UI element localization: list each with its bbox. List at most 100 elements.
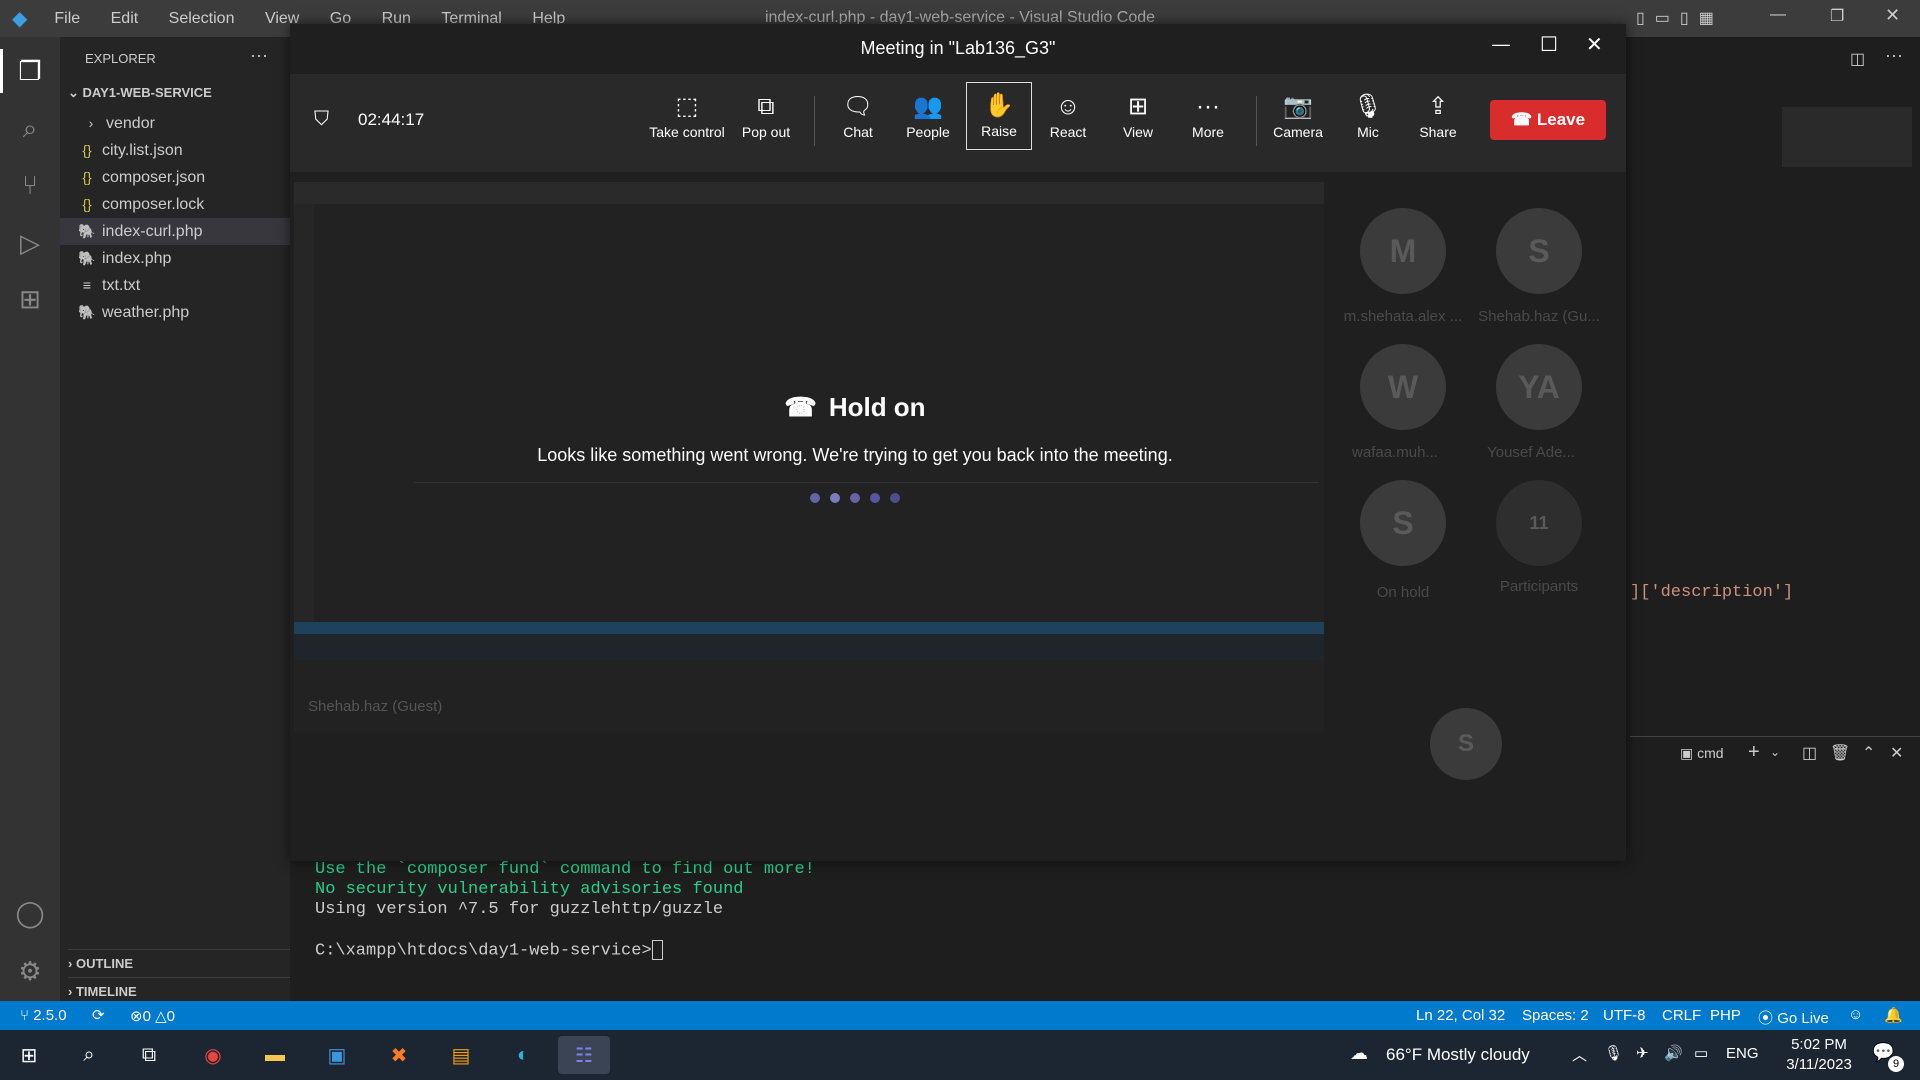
vscode-logo-icon: ◆ — [12, 8, 28, 30]
clock-date[interactable]: 3/11/2023 — [1774, 1056, 1864, 1073]
branch-indicator[interactable]: ⑂ 2.5.0 — [20, 1007, 67, 1024]
sublime-app-icon[interactable]: ▤ — [440, 1036, 482, 1074]
language-mode[interactable]: PHP — [1710, 1007, 1741, 1024]
menu-file[interactable]: File — [54, 10, 80, 27]
more-button[interactable]: ··· More — [1176, 90, 1240, 150]
terminal-output[interactable]: Use the `composer fund` command to find … — [290, 860, 1920, 1000]
xampp-icon[interactable]: ✖ — [378, 1036, 420, 1074]
participant-status: On hold — [1376, 584, 1430, 601]
close-icon[interactable]: ✕ — [1586, 32, 1603, 57]
run-debug-icon[interactable]: ▷ — [12, 225, 48, 261]
extensions-icon[interactable]: ⊞ — [12, 281, 48, 317]
minimize-icon[interactable]: — — [1492, 34, 1510, 55]
trash-icon[interactable]: 🗑 — [1830, 743, 1850, 763]
view-button[interactable]: ⊞ View — [1106, 90, 1170, 150]
more-actions-icon[interactable]: ··· — [1885, 45, 1903, 66]
new-terminal-icon[interactable]: + — [1748, 741, 1760, 764]
account-icon[interactable]: ◯ — [12, 895, 48, 931]
search-icon[interactable]: ⌕ — [12, 111, 48, 147]
tree-item-city-list[interactable]: {} city.list.json — [60, 137, 308, 164]
restore-icon[interactable]: ❐ — [1830, 6, 1844, 26]
windows-start-icon[interactable]: ⊞ — [8, 1036, 50, 1074]
file-explorer-icon[interactable]: ▬ — [254, 1036, 296, 1074]
task-view-icon[interactable]: ⧉ — [128, 1036, 170, 1074]
people-button[interactable]: 👥 People — [896, 90, 960, 150]
participant-avatar[interactable]: W — [1360, 344, 1446, 430]
tree-item-vendor[interactable]: › vendor — [60, 110, 312, 137]
tray-chevron-icon[interactable]: ︿ — [1572, 1044, 1587, 1065]
volume-icon[interactable]: 🔊 — [1664, 1044, 1683, 1062]
folder-root[interactable]: ⌄ DAY1-WEB-SERVICE — [68, 85, 212, 101]
more-actions-icon[interactable]: ··· — [250, 45, 268, 66]
participant-avatar[interactable]: S — [1360, 480, 1446, 566]
windows-taskbar: ⊞ ⌕ ⧉ ◉ ▬ ▣ ✖ ▤ ◐ ☷ ☁ 66°F Mostly cloudy… — [0, 1030, 1920, 1080]
participant-avatar[interactable]: M — [1360, 208, 1446, 294]
line-endings[interactable]: CRLF — [1662, 1007, 1701, 1024]
share-button[interactable]: ⇪ Share — [1406, 90, 1470, 150]
pop-out-icon: ⧉ — [757, 93, 775, 120]
indentation[interactable]: Spaces: 2 — [1522, 1007, 1589, 1024]
participant-avatar[interactable]: YA — [1496, 344, 1582, 430]
terminal-prompt[interactable]: C:\xampp\htdocs\day1-web-service> — [315, 940, 663, 960]
sync-icon[interactable]: ⟳ — [92, 1006, 105, 1024]
toolbar-divider — [1256, 96, 1257, 146]
self-avatar[interactable]: S — [1430, 708, 1502, 780]
weather-text[interactable]: 66°F Mostly cloudy — [1386, 1045, 1530, 1065]
maximize-icon[interactable]: ☐ — [1540, 32, 1558, 57]
airplane-icon[interactable]: ✈ — [1636, 1044, 1649, 1062]
shared-screen-taskbar — [294, 634, 1324, 660]
close-icon[interactable]: ✕ — [1885, 5, 1900, 26]
chevron-down-icon[interactable]: ⌄ — [1770, 745, 1780, 759]
edge-icon[interactable]: ◐ — [502, 1036, 544, 1074]
problems-indicator[interactable]: ⊗0 △0 — [130, 1007, 175, 1025]
split-editor-icon[interactable]: ◫ — [1850, 49, 1865, 69]
close-panel-icon[interactable]: ✕ — [1890, 743, 1903, 763]
participant-avatar[interactable]: S — [1496, 208, 1582, 294]
clock-time[interactable]: 5:02 PM — [1784, 1036, 1854, 1053]
tree-item-index-curl[interactable]: 🐘 index-curl.php — [60, 218, 308, 245]
settings-gear-icon[interactable]: ⚙ — [12, 953, 48, 989]
tree-item-index[interactable]: 🐘 index.php — [60, 245, 308, 272]
leave-button[interactable]: ☎ Leave — [1490, 100, 1606, 140]
terminal-shell-label[interactable]: ▣ cmd — [1680, 745, 1724, 762]
tree-item-weather[interactable]: 🐘 weather.php — [60, 299, 308, 326]
camera-button[interactable]: 📷 Camera — [1266, 90, 1330, 150]
teams-icon[interactable]: ☷ — [558, 1036, 610, 1074]
tree-item-txt[interactable]: ≡ txt.txt — [60, 272, 308, 299]
toolbar-divider — [814, 96, 815, 146]
editor-area[interactable]: ◫ ··· ]['description'] — [1630, 37, 1920, 727]
shield-icon[interactable]: ⛉ — [314, 108, 329, 131]
notifications-bell-icon[interactable]: 🔔 — [1884, 1006, 1903, 1024]
react-button[interactable]: ☺ React — [1036, 90, 1100, 150]
chat-button[interactable]: 🗨 Chat — [826, 90, 890, 150]
feedback-icon[interactable]: ☺ — [1848, 1006, 1863, 1023]
minimize-icon[interactable]: — — [1770, 6, 1786, 24]
tree-item-composer-lock[interactable]: {} composer.lock — [60, 191, 308, 218]
language-indicator[interactable]: ENG — [1726, 1045, 1759, 1062]
microphone-icon[interactable]: 🎙 — [1604, 1044, 1623, 1062]
participant-count-avatar[interactable]: 11 — [1496, 480, 1582, 566]
minimap[interactable] — [1782, 107, 1912, 167]
source-control-icon[interactable]: ⑂ — [12, 167, 48, 203]
maximize-panel-icon[interactable]: ⌃ — [1862, 743, 1875, 763]
take-control-button[interactable]: ⬚ Take control — [648, 90, 726, 150]
outline-section[interactable]: › OUTLINE — [68, 949, 290, 971]
split-terminal-icon[interactable]: ◫ — [1802, 743, 1817, 763]
battery-icon[interactable]: ▭ — [1694, 1044, 1708, 1062]
tree-item-composer-json[interactable]: {} composer.json — [60, 164, 308, 191]
timeline-section[interactable]: › TIMELINE — [68, 977, 290, 999]
menu-edit[interactable]: Edit — [111, 10, 139, 27]
pop-out-button[interactable]: ⧉ Pop out — [734, 90, 798, 150]
raise-hand-button[interactable]: ✋ Raise — [966, 82, 1032, 150]
encoding[interactable]: UTF-8 — [1603, 1007, 1646, 1024]
chrome-icon[interactable]: ◉ — [192, 1036, 234, 1074]
explorer-icon[interactable]: ❐ — [12, 53, 48, 89]
search-icon[interactable]: ⌕ — [68, 1036, 110, 1074]
window-app-icon[interactable]: ▣ — [316, 1036, 358, 1074]
go-live-button[interactable]: ⦿ Go Live — [1758, 1007, 1829, 1028]
layout-icons[interactable]: ▯▭▯▦ — [1636, 8, 1724, 28]
cursor-position[interactable]: Ln 22, Col 32 — [1416, 1007, 1505, 1024]
code-snippet: ]['description'] — [1630, 583, 1794, 602]
mic-button[interactable]: 🎙 Mic — [1336, 90, 1400, 150]
menu-selection[interactable]: Selection — [169, 10, 235, 27]
